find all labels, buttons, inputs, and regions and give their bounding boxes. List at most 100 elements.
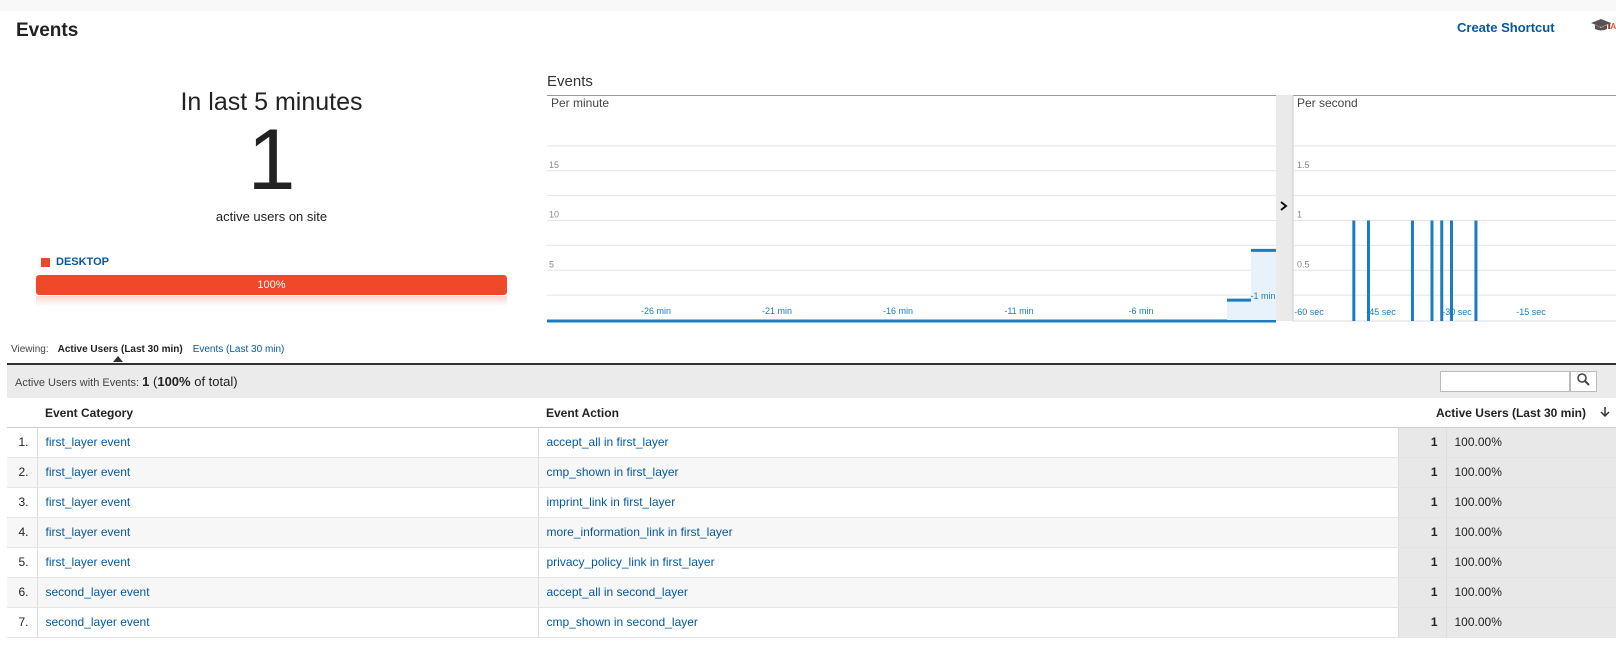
- per-second-chart: Per second 0.5 1 1.5 -60 sec -45 sec -30 sec -1…: [1293, 96, 1616, 322]
- event-category-header[interactable]: Event Category: [37, 399, 538, 428]
- event-category-link[interactable]: first_layer event: [37, 517, 539, 548]
- event-category-link[interactable]: second_layer event: [37, 607, 539, 638]
- per-minute-title: Per minute: [551, 96, 609, 110]
- event-action-link[interactable]: more_information_link in first_layer: [538, 517, 1399, 548]
- top-strip: [0, 0, 1616, 11]
- event-action-link[interactable]: accept_all in second_layer: [538, 577, 1399, 608]
- x-tick-label: -30 sec: [1442, 307, 1472, 317]
- sort-descending-icon[interactable]: [1600, 406, 1610, 421]
- events-charts: Per minute 5 10 15 -26 min -21 min -16 min -11 …: [547, 95, 1616, 333]
- event-category-link[interactable]: second_layer event: [37, 577, 539, 608]
- table-row: 3. first_layer event imprint_link in first…: [7, 487, 1616, 518]
- bar-fill: [1227, 300, 1252, 320]
- active-users-percent: 100.00%: [1446, 487, 1616, 518]
- row-index: 5.: [7, 547, 38, 578]
- table-row: 2. first_layer event cmp_shown in first_la…: [7, 457, 1616, 488]
- y-tick-label: 5: [549, 259, 554, 269]
- x-tick-label: -21 min: [762, 306, 792, 316]
- active-users-subtitle: active users on site: [215, 209, 328, 224]
- summary-value: 1: [142, 374, 150, 389]
- event-category-link[interactable]: first_layer event: [37, 457, 539, 488]
- active-users-value: 1: [1398, 427, 1447, 458]
- bar: [1440, 220, 1444, 321]
- device-share-fill: 100%: [36, 275, 507, 295]
- active-users-value: 1: [1398, 547, 1447, 578]
- graduation-cap-icon[interactable]: [1591, 18, 1611, 37]
- search-button[interactable]: [1570, 371, 1597, 392]
- device-label: DESKTOP: [56, 256, 109, 268]
- active-users-header[interactable]: Active Users (Last 30 min): [1398, 399, 1616, 428]
- bar-fill: [1251, 250, 1276, 320]
- active-users-percent: 100.00%: [1446, 577, 1616, 608]
- tab-active-users[interactable]: Active Users (Last 30 min): [58, 344, 183, 362]
- x-tick-label: -45 sec: [1366, 307, 1396, 317]
- row-index: 3.: [7, 487, 38, 518]
- row-index: 2.: [7, 457, 38, 488]
- active-users-value: 1: [1398, 457, 1447, 488]
- table-toolbar: Active Users with Events: 1 (100% of tot…: [7, 363, 1616, 398]
- tab-events[interactable]: Events (Last 30 min): [193, 344, 285, 355]
- row-index: 7.: [7, 607, 38, 638]
- bar: [1450, 220, 1454, 321]
- active-users-header-label: Active Users (Last 30 min): [1435, 405, 1586, 420]
- active-users-value: 1: [1398, 607, 1447, 638]
- table-row: 4. first_layer event more_information_link…: [7, 517, 1616, 548]
- bar: [1410, 220, 1414, 321]
- x-tick-label: -60 sec: [1294, 307, 1324, 317]
- active-users-value: 1: [1398, 577, 1447, 608]
- y-tick-label: 0.5: [1297, 259, 1310, 269]
- events-chart-title: Events: [547, 73, 593, 90]
- active-users-percent: 100.00%: [1446, 517, 1616, 548]
- summary-suffix: of total): [194, 374, 238, 389]
- y-tick-label: 10: [549, 210, 559, 220]
- row-index: 1.: [7, 427, 38, 458]
- x-tick-label: -16 min: [883, 306, 913, 316]
- device-legend[interactable]: DESKTOP: [41, 256, 109, 268]
- active-users-percent: 100.00%: [1446, 547, 1616, 578]
- events-table: Event Category Event Action Active Users…: [7, 399, 1616, 638]
- row-index: 4.: [7, 517, 38, 548]
- event-action-link[interactable]: accept_all in first_layer: [538, 427, 1399, 458]
- summary-label: Active Users with Events:: [15, 377, 140, 389]
- y-tick-label: 1: [1297, 210, 1302, 220]
- event-category-link[interactable]: first_layer event: [37, 487, 539, 518]
- bar: [1430, 220, 1434, 321]
- event-category-link[interactable]: first_layer event: [37, 547, 539, 578]
- event-action-link[interactable]: imprint_link in first_layer: [538, 487, 1399, 518]
- event-action-link[interactable]: privacy_policy_link in first_layer: [538, 547, 1399, 578]
- table-summary: Active Users with Events: 1 (100% of tot…: [15, 374, 238, 389]
- event-category-link[interactable]: first_layer event: [37, 427, 539, 458]
- y-tick-label: 15: [549, 160, 559, 170]
- viewing-label: Viewing:: [11, 344, 49, 355]
- active-users-percent: 100.00%: [1446, 427, 1616, 458]
- bar: [1352, 220, 1356, 321]
- active-users-count: 1: [247, 112, 296, 208]
- table-row: 5. first_layer event privacy_policy_link i…: [7, 547, 1616, 578]
- bar: [1474, 220, 1478, 321]
- viewing-bar: Viewing: Active Users (Last 30 min) Even…: [11, 344, 285, 362]
- x-tick-label: -11 min: [1004, 306, 1033, 316]
- summary-pct: 100%: [157, 374, 191, 389]
- active-users-percent: 100.00%: [1446, 457, 1616, 488]
- active-users-value: 1: [1398, 487, 1447, 518]
- event-action-header[interactable]: Event Action: [538, 399, 1398, 428]
- page-title: Events: [16, 20, 79, 41]
- events-chart-svg: Per minute 5 10 15 -26 min -21 min -16 min -11 …: [547, 95, 1616, 323]
- x-tick-label: -15 sec: [1516, 307, 1546, 317]
- table-row: 7. second_layer event cmp_shown in second_…: [7, 607, 1616, 638]
- bar: [1366, 220, 1370, 321]
- table-row: 6. second_layer event accept_all in second…: [7, 577, 1616, 608]
- device-share-bar: 100%: [36, 275, 507, 295]
- x-tick-label: -26 min: [641, 306, 671, 316]
- create-shortcut-link[interactable]: Create Shortcut: [1457, 20, 1555, 35]
- y-tick-label: 1.5: [1297, 160, 1310, 170]
- event-action-link[interactable]: cmp_shown in first_layer: [538, 457, 1399, 488]
- x-tick-label: -1 min: [1250, 291, 1275, 301]
- index-header: [7, 399, 37, 428]
- per-second-title: Per second: [1297, 96, 1358, 110]
- x-tick-label: -6 min: [1128, 306, 1153, 316]
- per-minute-chart: Per minute 5 10 15 -26 min -21 min -16 min -11 …: [547, 96, 1276, 323]
- table-search-input[interactable]: [1440, 371, 1570, 392]
- event-action-link[interactable]: cmp_shown in second_layer: [538, 607, 1399, 638]
- desktop-swatch: [41, 257, 50, 267]
